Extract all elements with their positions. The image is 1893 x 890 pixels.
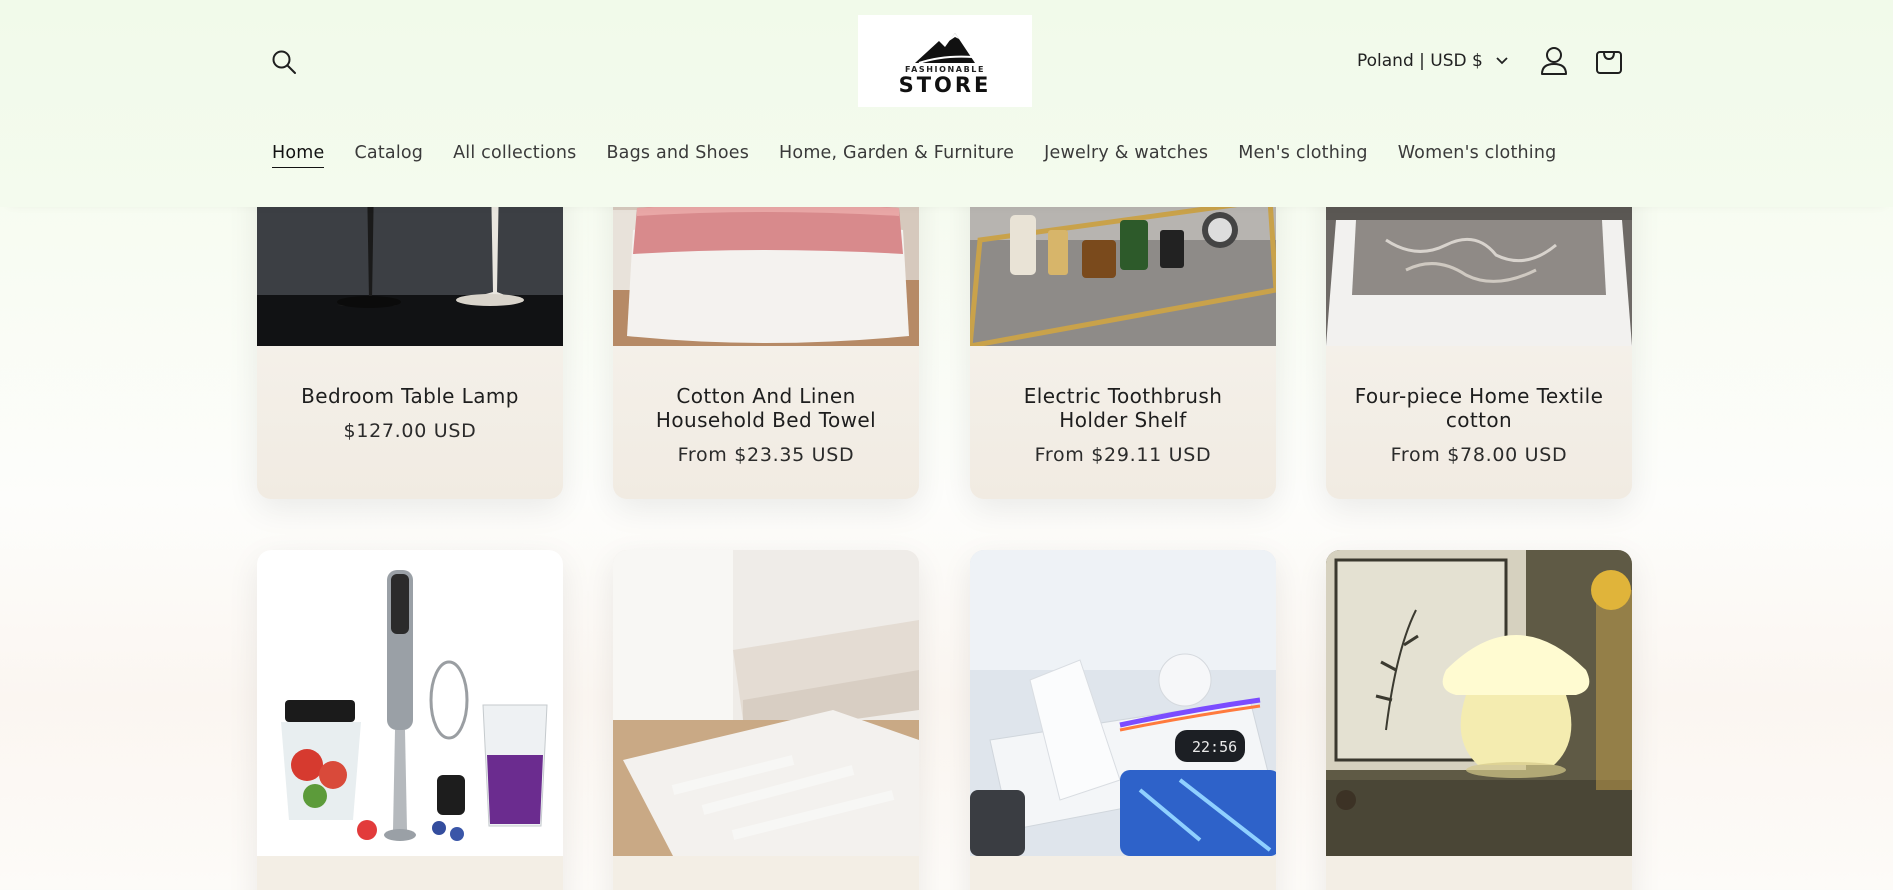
product-title[interactable]: Cotton And Linen Household Bed Towel — [633, 384, 899, 432]
chevron-down-icon — [1496, 57, 1508, 65]
product-price: From $23.35 USD — [677, 444, 855, 466]
country-currency-selector[interactable]: Poland | USD $ — [1357, 48, 1509, 74]
product-price: From $29.11 USD — [1034, 444, 1212, 466]
user-icon — [1541, 47, 1567, 75]
product-info: Electric Toothbrush Holder Shelf From $2… — [970, 346, 1276, 499]
mountain-logo-icon — [915, 32, 975, 64]
nav-item-mens-clothing[interactable]: Men's clothing — [1238, 143, 1367, 168]
product-card[interactable] — [1326, 550, 1632, 890]
product-price: From $78.00 USD — [1390, 444, 1568, 466]
product-image[interactable] — [257, 550, 563, 856]
product-image[interactable] — [613, 550, 919, 856]
search-icon — [272, 50, 296, 74]
product-image[interactable]: 22:56 — [970, 550, 1276, 856]
cart-button[interactable] — [1593, 45, 1625, 77]
product-title[interactable]: Electric Toothbrush Holder Shelf — [990, 384, 1256, 432]
product-price: $127.00 USD — [343, 420, 477, 442]
site-header: FASHIONABLE STORE Poland | USD $ Home Ca… — [0, 0, 1893, 207]
product-info: Four-piece Home Textile cotton From $78.… — [1326, 346, 1632, 499]
nav-item-jewelry-watches[interactable]: Jewelry & watches — [1044, 143, 1208, 168]
product-title[interactable]: Bedroom Table Lamp — [277, 384, 543, 408]
store-logo[interactable]: FASHIONABLE STORE — [858, 15, 1032, 107]
nav-item-catalog[interactable]: Catalog — [354, 143, 423, 168]
product-title[interactable]: Four-piece Home Textile cotton — [1346, 384, 1612, 432]
locale-label: Poland | USD $ — [1357, 51, 1483, 71]
product-info: Bedroom Table Lamp $127.00 USD — [257, 346, 563, 499]
product-card[interactable] — [613, 550, 919, 890]
product-card[interactable] — [257, 550, 563, 890]
product-info: Cotton And Linen Household Bed Towel Fro… — [613, 346, 919, 499]
main-navigation: Home Catalog All collections Bags and Sh… — [272, 143, 1556, 168]
nav-item-home[interactable]: Home — [272, 143, 325, 168]
logo-text-bottom: STORE — [898, 72, 992, 97]
product-image[interactable] — [1326, 550, 1632, 856]
account-button[interactable] — [1539, 45, 1569, 77]
nav-item-bags-and-shoes[interactable]: Bags and Shoes — [606, 143, 749, 168]
search-button[interactable] — [268, 46, 300, 78]
nav-item-all-collections[interactable]: All collections — [453, 143, 576, 168]
nav-item-womens-clothing[interactable]: Women's clothing — [1398, 143, 1557, 168]
bag-icon — [1596, 51, 1622, 74]
svg-text:22:56: 22:56 — [1192, 738, 1237, 756]
product-card[interactable]: 22:56 — [970, 550, 1276, 890]
nav-item-home-garden-furniture[interactable]: Home, Garden & Furniture — [779, 143, 1014, 168]
